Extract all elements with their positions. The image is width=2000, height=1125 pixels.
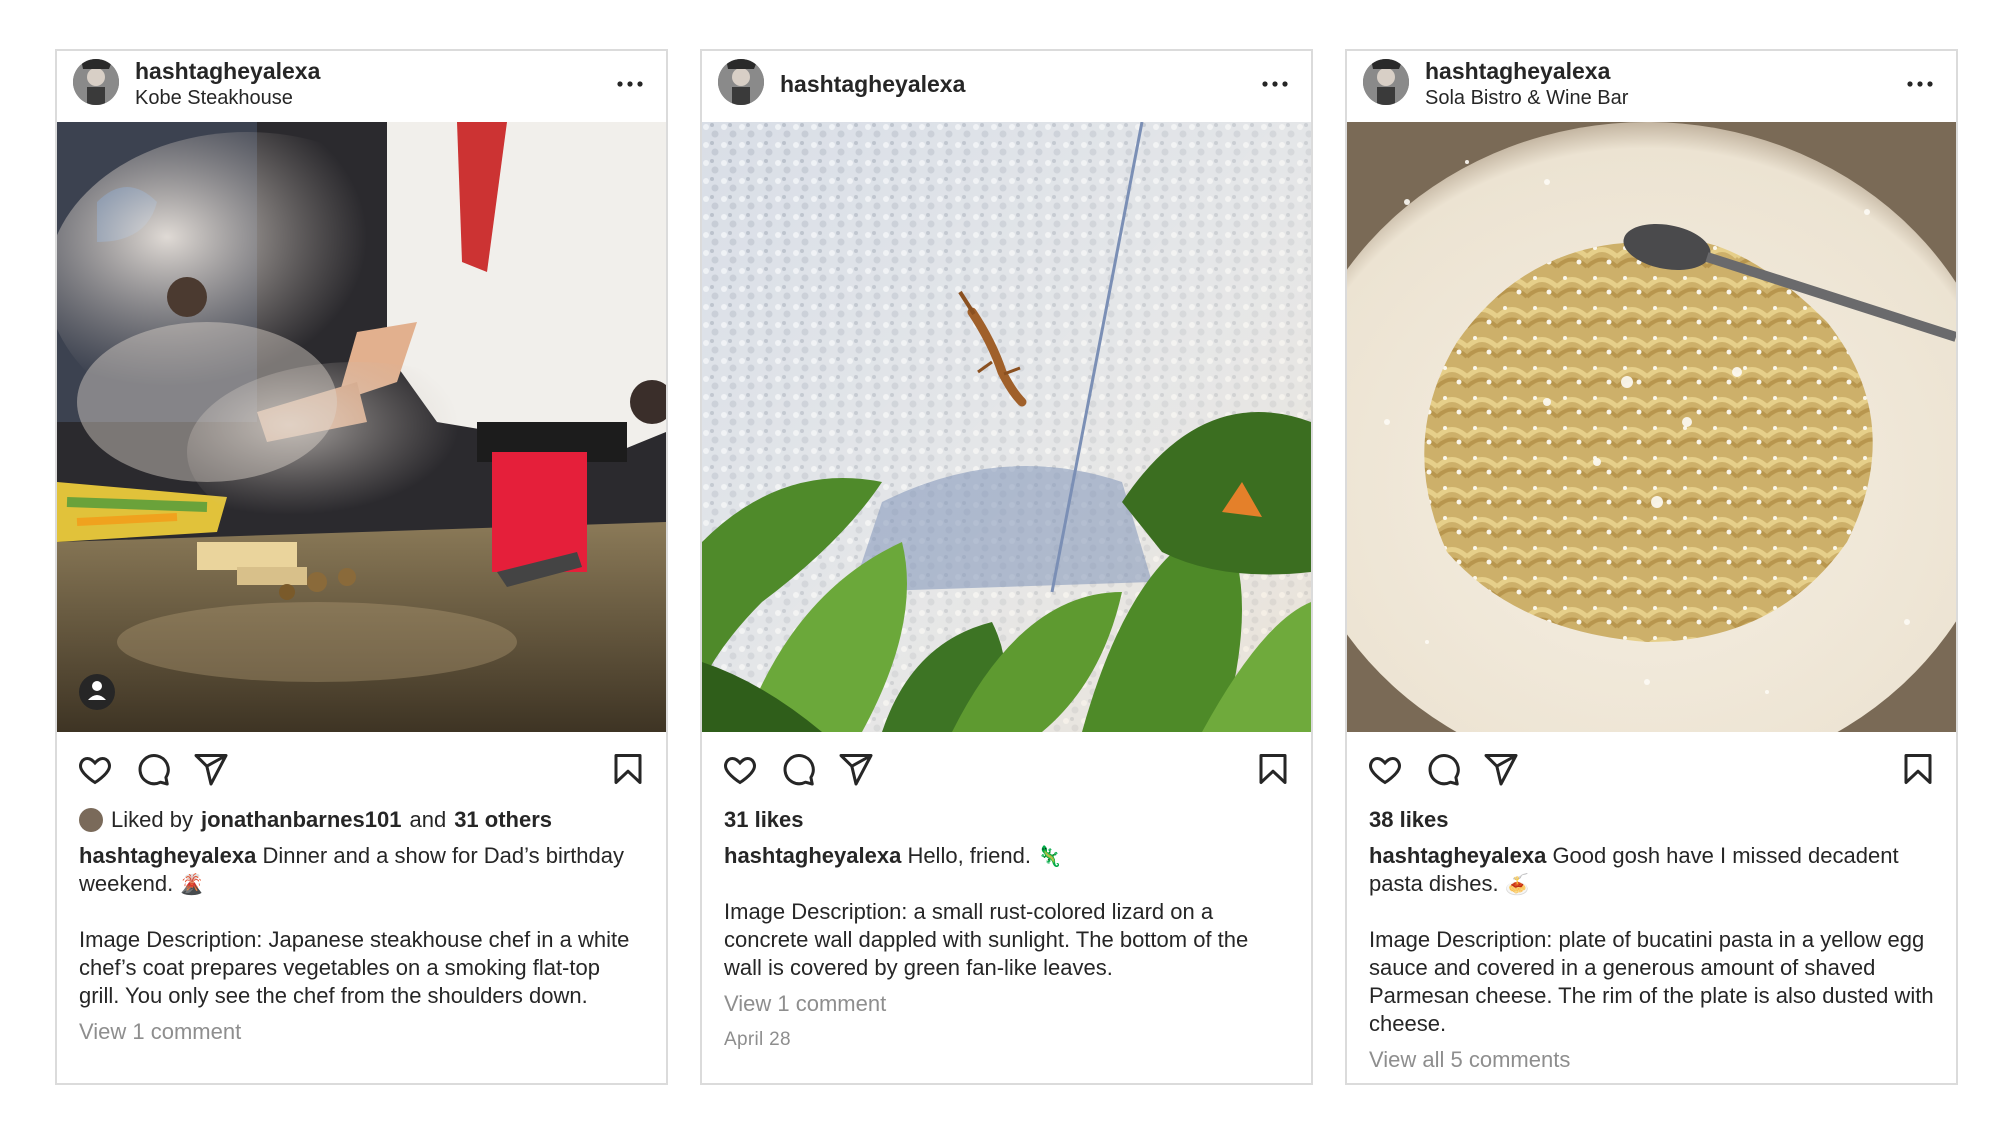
post-caption: hashtagheyalexa Dinner and a show for Da… (79, 842, 646, 898)
post-location[interactable]: Sola Bistro & Wine Bar (1425, 85, 1628, 112)
post-card-3: hashtagheyalexa Sola Bistro & Wine Bar 3… (1345, 49, 1958, 1085)
post-date: April 28 (724, 1029, 791, 1050)
comment-icon[interactable] (135, 751, 171, 787)
post-card-1: hashtagheyalexa Kobe Steakhouse Liked by… (55, 49, 668, 1085)
post-card-2: hashtagheyalexa 31 likes hashtagheyalexa… (700, 49, 1313, 1085)
caption-emoji: 🌋 (179, 872, 205, 896)
post-caption: hashtagheyalexa Good gosh have I missed … (1369, 842, 1936, 898)
more-options-icon[interactable] (612, 69, 648, 99)
post-actions (1347, 751, 1956, 791)
caption-emoji: 🦎 (1037, 844, 1062, 868)
comment-icon[interactable] (1425, 751, 1461, 787)
caption-username[interactable]: hashtagheyalexa (1369, 843, 1546, 868)
post-username[interactable]: hashtagheyalexa (135, 58, 320, 85)
caption-username[interactable]: hashtagheyalexa (724, 843, 901, 868)
post-username[interactable]: hashtagheyalexa (780, 71, 965, 98)
post-meta: Liked by jonathanbarnes101 and 31 others… (79, 806, 646, 1046)
image-description: Image Description: Japanese steakhouse c… (79, 927, 630, 1008)
liked-by-and: and (409, 807, 447, 832)
liked-by-line: Liked by jonathanbarnes101 and 31 others (79, 806, 646, 834)
comment-icon[interactable] (780, 751, 816, 787)
post-header: hashtagheyalexa Kobe Steakhouse (57, 51, 666, 122)
likes-count[interactable]: 38 likes (1369, 806, 1936, 834)
heart-icon[interactable] (722, 751, 758, 787)
post-username[interactable]: hashtagheyalexa (1425, 58, 1628, 85)
liker-avatar[interactable] (79, 808, 103, 832)
image-description: Image Description: a small rust-colored … (724, 899, 1249, 980)
post-caption: hashtagheyalexa Hello, friend. 🦎 (724, 842, 1291, 870)
post-header: hashtagheyalexa (702, 51, 1311, 122)
send-icon[interactable] (193, 751, 229, 787)
liked-by-user[interactable]: jonathanbarnes101 (201, 806, 402, 834)
bookmark-icon[interactable] (1900, 751, 1936, 787)
bookmark-icon[interactable] (1255, 751, 1291, 787)
caption-username[interactable]: hashtagheyalexa (79, 843, 256, 868)
view-comments-link[interactable]: View all 5 comments (1369, 1046, 1936, 1074)
send-icon[interactable] (1483, 751, 1519, 787)
image-description: Image Description: plate of bucatini pas… (1369, 927, 1934, 1036)
view-comments-link[interactable]: View 1 comment (79, 1018, 646, 1046)
caption-text: Hello, friend. (907, 843, 1031, 868)
avatar[interactable] (1363, 59, 1409, 105)
post-meta: 31 likes hashtagheyalexa Hello, friend. … (724, 806, 1291, 1054)
avatar[interactable] (73, 59, 119, 105)
more-options-icon[interactable] (1902, 69, 1938, 99)
view-comments-link[interactable]: View 1 comment (724, 990, 1291, 1018)
user-tag-icon[interactable] (79, 674, 115, 710)
heart-icon[interactable] (1367, 751, 1403, 787)
likes-count[interactable]: 31 likes (724, 806, 1291, 834)
post-actions (702, 751, 1311, 791)
post-meta: 38 likes hashtagheyalexa Good gosh have … (1369, 806, 1936, 1074)
caption-emoji: 🍝 (1504, 872, 1530, 896)
send-icon[interactable] (838, 751, 874, 787)
post-location[interactable]: Kobe Steakhouse (135, 85, 320, 112)
post-actions (57, 751, 666, 791)
post-photo-pasta[interactable] (1347, 122, 1956, 732)
more-options-icon[interactable] (1257, 69, 1293, 99)
post-photo-steakhouse[interactable] (57, 122, 666, 732)
heart-icon[interactable] (77, 751, 113, 787)
liked-by-others[interactable]: 31 others (454, 806, 552, 834)
post-photo-lizard[interactable] (702, 122, 1311, 732)
bookmark-icon[interactable] (610, 751, 646, 787)
liked-by-prefix: Liked by (111, 807, 193, 832)
post-header: hashtagheyalexa Sola Bistro & Wine Bar (1347, 51, 1956, 122)
avatar[interactable] (718, 59, 764, 105)
